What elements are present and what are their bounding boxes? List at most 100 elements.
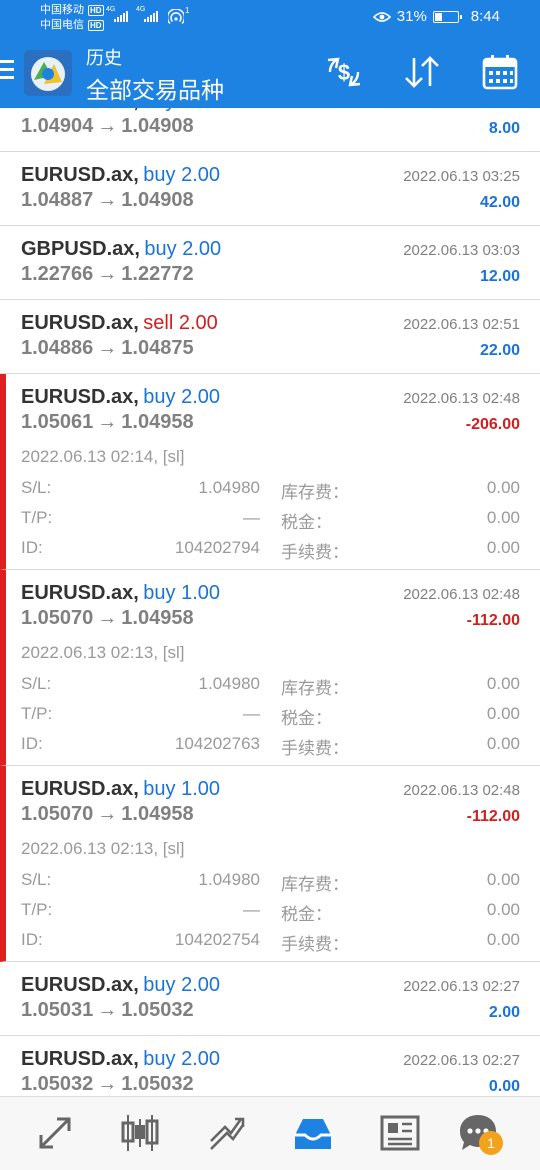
detail-label-tp: T/P: (21, 508, 53, 527)
detail-value-id: 104202754 (174, 930, 260, 949)
detail-label-commission: 手续费： (281, 739, 349, 758)
open-price: 1.22766 (21, 263, 94, 285)
logo-icon (24, 50, 72, 96)
open-price: 1.05070 (21, 607, 94, 629)
news-icon[interactable] (378, 1111, 422, 1155)
detail-value-tp: — (243, 900, 260, 919)
detail-value-tp: — (243, 508, 260, 527)
deal-title: EURUSD.ax, buy 2.00 (21, 1048, 220, 1071)
deal-title: EURUSD.ax, buy 1.00 (21, 582, 220, 605)
detail-label-tax: 税金： (281, 905, 332, 924)
quotes-icon[interactable] (33, 1111, 77, 1155)
price-arrow: → (97, 803, 118, 825)
close-price: 1.05032 (121, 1073, 194, 1095)
notification-badge: 1 (479, 1131, 503, 1155)
detail-label-tp: T/P: (21, 704, 53, 723)
close-price: 1.04908 (121, 189, 194, 211)
deal-row[interactable]: EURUSD.ax, buy 2.00 1.05061 → 1.04958 2022.0… (0, 374, 540, 570)
open-price: 1.05061 (21, 411, 94, 433)
svg-text:$: $ (338, 60, 350, 85)
eye-icon (372, 11, 391, 22)
deal-profit: 42.00 (479, 194, 520, 211)
deal-symbol: EURUSD.ax, (21, 582, 139, 604)
deal-prices: 1.04904 → 1.04908 (21, 115, 194, 138)
deal-prices: 1.05031 → 1.05032 (21, 999, 194, 1022)
deal-open-time: 2022.06.13 02:13, [sl] (21, 643, 185, 662)
deal-time: 2022.06.13 02:27 (403, 1052, 520, 1069)
deal-volume: buy 2.00 (143, 1048, 220, 1070)
deal-symbol: EURUSD.ax, (21, 974, 139, 996)
signal-strength-icon-2 (144, 10, 158, 22)
history-list[interactable]: EURUSD.ax, buy 2.001.04904→1.049082022.0… (0, 108, 540, 1096)
close-price: 1.04908 (121, 115, 194, 137)
open-price: 1.04887 (21, 189, 94, 211)
detail-value-commission: 0.00 (486, 930, 520, 949)
battery-icon (432, 10, 462, 23)
symbol-filter[interactable]: 全部交易品种 (86, 71, 224, 105)
deal-profit: 8.00 (488, 120, 520, 137)
open-price: 1.04886 (21, 337, 94, 359)
price-arrow: → (97, 263, 118, 285)
deal-open-time: 2022.06.13 02:14, [sl] (21, 447, 185, 466)
deal-prices: 1.04887 → 1.04908 (21, 189, 194, 212)
detail-label-tp: T/P: (21, 900, 53, 919)
open-price: 1.05032 (21, 1073, 94, 1095)
close-price: 1.05032 (121, 999, 194, 1021)
detail-value-swap: 0.00 (486, 674, 520, 693)
history-icon[interactable] (291, 1111, 335, 1155)
deal-row[interactable]: EURUSD.ax, buy 2.00 1.05032 → 1.05032 2022.0… (0, 1036, 540, 1096)
calendar-icon[interactable] (480, 54, 520, 90)
deal-title: EURUSD.ax, sell 2.00 (21, 312, 218, 335)
price-arrow: → (97, 999, 118, 1021)
deal-volume: sell 2.00 (143, 312, 218, 334)
status-right: 31% 8:44 (372, 8, 500, 25)
detail-label-id: ID: (21, 538, 43, 557)
app: 中国移动 HD 中国电信 HD 4G 4G 1 31% 8:44 历史 全部交易… (0, 0, 540, 1170)
deal-prices: 1.05070 → 1.04958 (21, 803, 194, 826)
detail-value-commission: 0.00 (486, 538, 520, 557)
app-header: 中国移动 HD 中国电信 HD 4G 4G 1 31% 8:44 历史 全部交易… (0, 0, 540, 108)
hd-badge-1: HD (88, 5, 104, 16)
deal-row[interactable]: EURUSD.ax, buy 2.00 1.05031 → 1.05032 2022.0… (0, 962, 540, 1036)
deal-symbol: EURUSD.ax, (21, 386, 139, 408)
deal-row[interactable]: GBPUSD.ax, buy 2.00 1.22766 → 1.22772 2022.0… (0, 226, 540, 300)
open-price: 1.04904 (21, 115, 94, 137)
deal-row[interactable]: EURUSD.ax, buy 1.00 1.05070 → 1.04958 2022.0… (0, 570, 540, 766)
trade-icon[interactable] (205, 1111, 249, 1155)
signal-strength-icon-1 (114, 10, 128, 22)
carrier-2: 中国电信 (40, 19, 84, 31)
detail-value-id: 104202763 (174, 734, 260, 753)
deal-title: EURUSD.ax, buy 2.00 (21, 974, 220, 997)
close-price: 1.04875 (121, 337, 194, 359)
deal-profit: 22.00 (479, 342, 520, 359)
bottom-navigation (0, 1096, 540, 1170)
deal-time: 2022.06.13 02:27 (403, 978, 520, 995)
close-price: 1.04958 (121, 411, 194, 433)
deal-row[interactable]: EURUSD.ax, buy 1.00 1.05070 → 1.04958 2022.0… (0, 766, 540, 962)
deal-volume: buy 2.00 (143, 386, 220, 408)
detail-value-tax: 0.00 (486, 508, 520, 527)
app-logo[interactable] (24, 50, 72, 96)
deal-row[interactable]: EURUSD.ax, sell 2.00 1.04886 → 1.04875 2022.… (0, 300, 540, 374)
toolbar: 历史 全部交易品种 $ (0, 38, 540, 108)
detail-label-commission: 手续费： (281, 543, 349, 562)
battery-percent: 31% (396, 8, 427, 25)
detail-label-sl: S/L: (21, 870, 52, 889)
price-arrow: → (97, 1073, 118, 1095)
currency-exchange-icon[interactable]: $ (324, 54, 364, 90)
menu-icon[interactable] (0, 60, 14, 82)
detail-value-tax: 0.00 (486, 704, 520, 723)
deal-open-time: 2022.06.13 02:13, [sl] (21, 839, 185, 858)
detail-value-sl: 1.04980 (198, 478, 260, 497)
detail-label-sl: S/L: (21, 478, 52, 497)
deal-row[interactable]: EURUSD.ax, buy 2.00 1.04904→1.04908 2022.0… (0, 108, 540, 152)
price-arrow: → (97, 115, 118, 137)
status-bar: 中国移动 HD 中国电信 HD 4G 4G 1 31% 8:44 (0, 0, 540, 38)
deal-symbol: EURUSD.ax, (21, 108, 139, 112)
deal-prices: 1.05061 → 1.04958 (21, 411, 194, 434)
deal-row[interactable]: EURUSD.ax, buy 2.00 1.04887 → 1.04908 2022.0… (0, 152, 540, 226)
sort-icon[interactable] (402, 54, 442, 90)
deal-volume: buy 1.00 (143, 582, 220, 604)
detail-label-tax: 税金： (281, 709, 332, 728)
chart-icon[interactable] (118, 1111, 162, 1155)
